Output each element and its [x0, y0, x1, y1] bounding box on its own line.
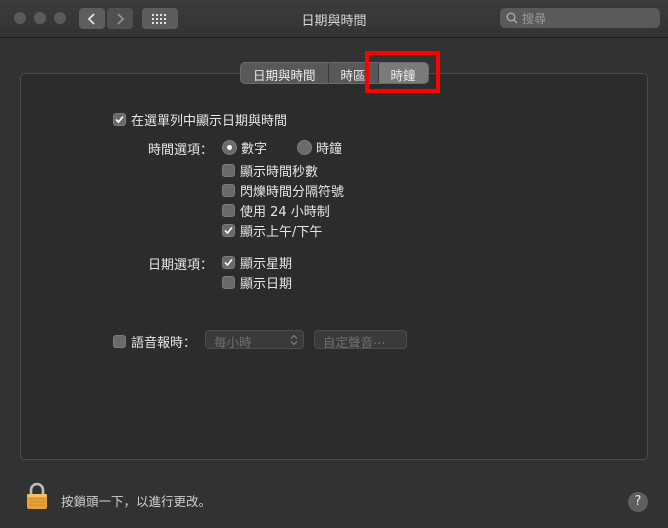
flash-separators-checkbox[interactable] [222, 184, 235, 197]
use-24h-label: 使用 24 小時制 [240, 205, 330, 220]
digital-radio-option[interactable]: 數字 [222, 138, 267, 157]
announce-option[interactable]: 語音報時： [113, 332, 196, 351]
time-options-label: 時間選項： [147, 143, 213, 158]
search-icon [506, 12, 518, 24]
show-weekday-option[interactable]: 顯示星期 [222, 253, 292, 272]
search-placeholder: 搜尋 [522, 12, 547, 26]
announce-interval-value: 每小時 [214, 335, 252, 350]
show-weekday-checkbox[interactable] [222, 256, 235, 269]
digital-radio[interactable] [222, 140, 237, 155]
title-bar: 日期與時間 搜尋 [0, 0, 668, 38]
search-field[interactable]: 搜尋 [500, 8, 660, 28]
show-ampm-label: 顯示上午/下午 [240, 225, 323, 240]
updown-arrows-icon [290, 334, 298, 346]
show-seconds-label: 顯示時間秒數 [240, 165, 319, 180]
show-seconds-option[interactable]: 顯示時間秒數 [222, 161, 318, 180]
checkmark-icon [115, 115, 124, 124]
checkmark-icon [224, 226, 233, 235]
menubar-option-label: 在選單列中顯示日期與時間 [131, 114, 288, 129]
use-24h-checkbox[interactable] [222, 204, 235, 217]
lock-message: 按鎖頭一下，以進行更改。 [61, 494, 212, 509]
show-date-checkbox[interactable] [222, 276, 235, 289]
announce-checkbox[interactable] [113, 335, 126, 348]
analog-label: 時鐘 [316, 142, 343, 157]
announce-interval-select[interactable]: 每小時 [205, 330, 304, 350]
show-ampm-checkbox[interactable] [222, 224, 235, 237]
show-seconds-checkbox[interactable] [222, 164, 235, 177]
lock-icon[interactable] [26, 482, 48, 510]
customize-voice-button[interactable]: 自定聲音⋯ [314, 330, 407, 350]
digital-label: 數字 [241, 142, 268, 157]
show-date-label: 顯示日期 [240, 277, 293, 292]
flash-separators-label: 閃爍時間分隔符號 [240, 185, 345, 200]
highlight-box [365, 51, 440, 93]
help-button[interactable]: ? [628, 492, 648, 512]
announce-label: 語音報時： [131, 336, 197, 351]
date-options-label: 日期選項： [147, 258, 213, 273]
show-ampm-option[interactable]: 顯示上午/下午 [222, 221, 322, 240]
analog-radio[interactable] [297, 140, 312, 155]
use-24h-option[interactable]: 使用 24 小時制 [222, 201, 330, 220]
show-date-option[interactable]: 顯示日期 [222, 273, 292, 292]
tab-date-time[interactable]: 日期與時間 [241, 63, 329, 83]
show-weekday-label: 顯示星期 [240, 257, 293, 272]
analog-radio-option[interactable]: 時鐘 [297, 138, 342, 157]
menubar-option[interactable]: 在選單列中顯示日期與時間 [113, 110, 287, 129]
flash-separators-option[interactable]: 閃爍時間分隔符號 [222, 181, 344, 200]
checkmark-icon [224, 258, 233, 267]
menubar-checkbox[interactable] [113, 113, 126, 126]
